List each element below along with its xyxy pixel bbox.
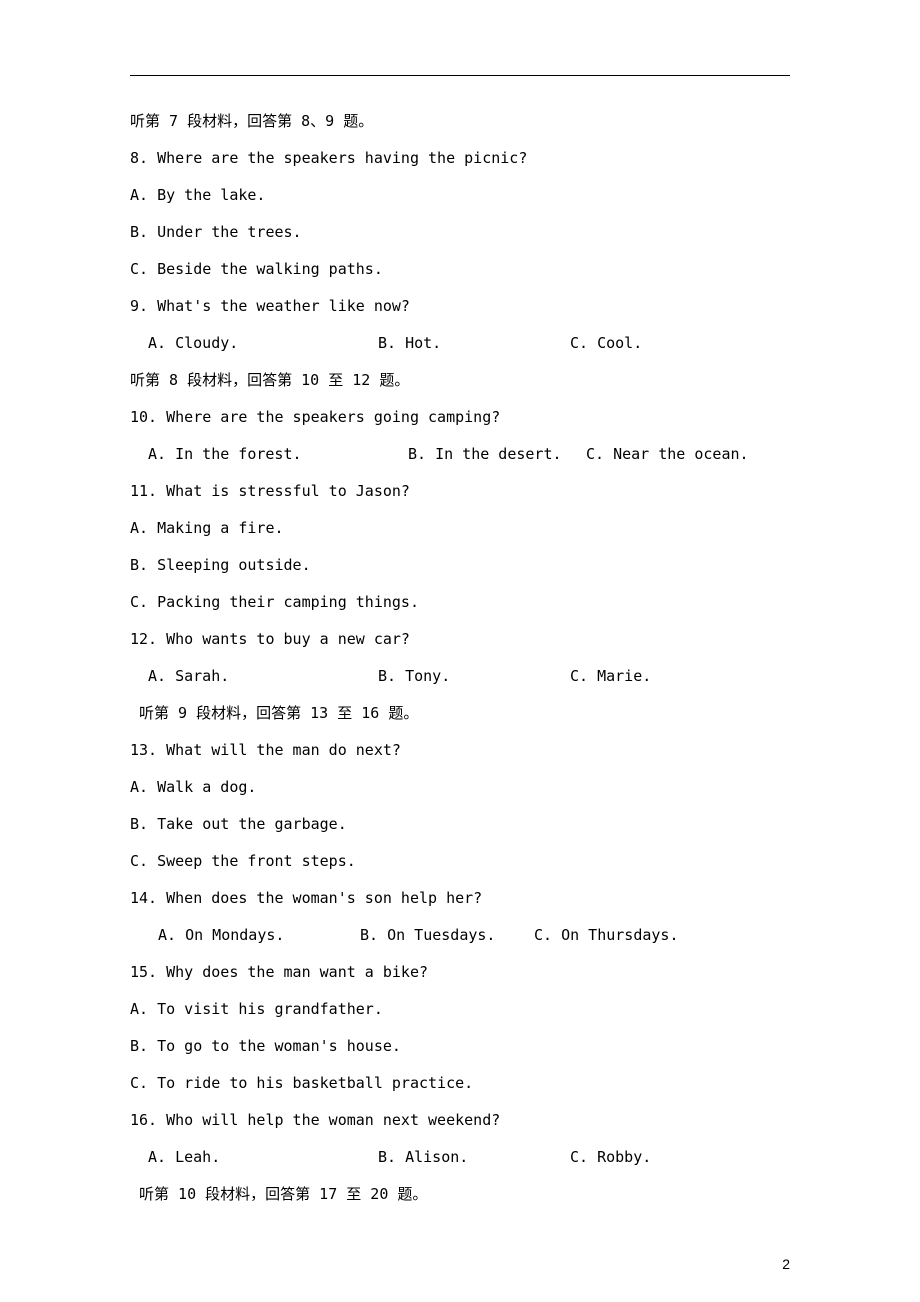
q11-option-b-text: B. Sleeping outside.: [130, 556, 311, 574]
q12-option-c: C. Marie.: [570, 669, 651, 684]
q13-option-c-text: C. Sweep the front steps.: [130, 852, 356, 870]
q8-option-c-text: C. Beside the walking paths.: [130, 260, 383, 278]
q13-stem: 13. What will the man do next?: [130, 743, 790, 758]
q16-option-c: C. Robby.: [570, 1150, 651, 1165]
q10-stem: 10. Where are the speakers going camping…: [130, 410, 790, 425]
q10-option-c: C. Near the ocean.: [586, 447, 749, 462]
q8-option-c: C. Beside the walking paths.: [130, 262, 790, 277]
q15-option-c-text: C. To ride to his basketball practice.: [130, 1074, 473, 1092]
q15-option-c: C. To ride to his basketball practice.: [130, 1076, 790, 1091]
page-top-divider: [130, 75, 790, 76]
page-container: 听第 7 段材料，回答第 8、9 题。 8. Where are the spe…: [0, 0, 920, 1302]
q13-option-b: B. Take out the garbage.: [130, 817, 790, 832]
q13-option-c: C. Sweep the front steps.: [130, 854, 790, 869]
q12-stem: 12. Who wants to buy a new car?: [130, 632, 790, 647]
q15-option-a: A. To visit his grandfather.: [130, 1002, 790, 1017]
q13-option-b-text: B. Take out the garbage.: [130, 815, 347, 833]
q9-option-c: C. Cool.: [570, 336, 642, 351]
q8-option-a: A. By the lake.: [130, 188, 790, 203]
q15-option-b-text: B. To go to the woman's house.: [130, 1037, 401, 1055]
q14-options-row: A. On Mondays. B. On Tuesdays. C. On Thu…: [130, 928, 790, 943]
section-7-header: 听第 7 段材料，回答第 8、9 题。: [130, 114, 790, 129]
q11-option-b: B. Sleeping outside.: [130, 558, 790, 573]
q11-option-c: C. Packing their camping things.: [130, 595, 790, 610]
section-10-header: 听第 10 段材料，回答第 17 至 20 题。: [130, 1187, 790, 1202]
q12-options-row: A. Sarah. B. Tony. C. Marie.: [130, 669, 790, 684]
q14-option-b: B. On Tuesdays.: [360, 928, 534, 943]
section-9-header: 听第 9 段材料，回答第 13 至 16 题。: [130, 706, 790, 721]
q15-option-a-text: A. To visit his grandfather.: [130, 1000, 383, 1018]
q9-stem: 9. What's the weather like now?: [130, 299, 790, 314]
q16-option-a: A. Leah.: [148, 1150, 378, 1165]
q8-option-b: B. Under the trees.: [130, 225, 790, 240]
q16-option-b: B. Alison.: [378, 1150, 570, 1165]
q16-options-row: A. Leah. B. Alison. C. Robby.: [130, 1150, 790, 1165]
q12-option-b: B. Tony.: [378, 669, 570, 684]
q9-options-row: A. Cloudy. B. Hot. C. Cool.: [130, 336, 790, 351]
q10-options-row: A. In the forest. B. In the desert. C. N…: [130, 447, 790, 462]
q11-option-c-text: C. Packing their camping things.: [130, 593, 419, 611]
q10-option-a: A. In the forest.: [148, 447, 408, 462]
q14-option-a: A. On Mondays.: [158, 928, 360, 943]
q14-option-c: C. On Thursdays.: [534, 928, 679, 943]
q8-stem: 8. Where are the speakers having the pic…: [130, 151, 790, 166]
q12-option-a: A. Sarah.: [148, 669, 378, 684]
page-number: 2: [782, 1256, 790, 1272]
q14-stem: 14. When does the woman's son help her?: [130, 891, 790, 906]
q11-option-a: A. Making a fire.: [130, 521, 790, 536]
q13-option-a-text: A. Walk a dog.: [130, 778, 256, 796]
q11-option-a-text: A. Making a fire.: [130, 519, 284, 537]
q9-option-b: B. Hot.: [378, 336, 570, 351]
q11-stem: 11. What is stressful to Jason?: [130, 484, 790, 499]
q9-option-a: A. Cloudy.: [148, 336, 378, 351]
q13-option-a: A. Walk a dog.: [130, 780, 790, 795]
q10-option-b: B. In the desert.: [408, 447, 586, 462]
q15-option-b: B. To go to the woman's house.: [130, 1039, 790, 1054]
q8-option-a-text: A. By the lake.: [130, 186, 265, 204]
section-8-header: 听第 8 段材料，回答第 10 至 12 题。: [130, 373, 790, 388]
q16-stem: 16. Who will help the woman next weekend…: [130, 1113, 790, 1128]
q8-option-b-text: B. Under the trees.: [130, 223, 302, 241]
q15-stem: 15. Why does the man want a bike?: [130, 965, 790, 980]
